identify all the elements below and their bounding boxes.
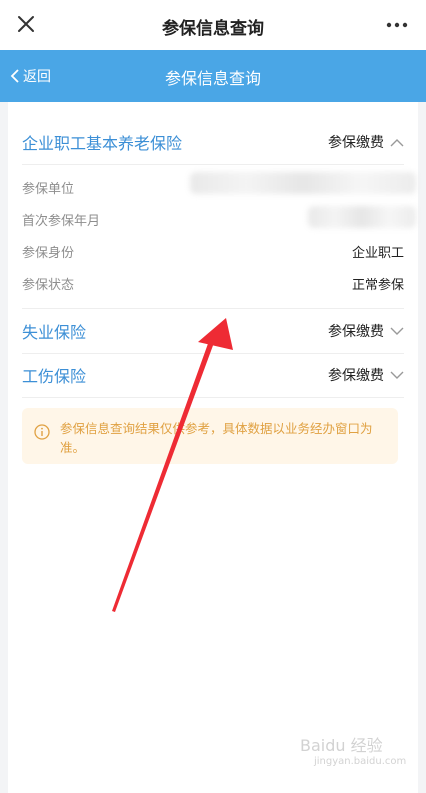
detail-row: 参保身份 企业职工 — [22, 236, 404, 266]
section-work-injury[interactable]: 工伤保险 参保缴费 — [22, 353, 404, 398]
section-title: 失业保险 — [22, 323, 87, 342]
detail-row: 参保状态 正常参保 — [22, 268, 404, 298]
section-action[interactable]: 参保缴费 — [328, 321, 404, 341]
nav-bar: 返回 参保信息查询 — [0, 50, 426, 102]
chevron-down-icon — [390, 327, 404, 335]
section-pension[interactable]: 企业职工基本养老保险 参保缴费 — [22, 120, 404, 165]
action-label: 参保缴费 — [328, 368, 384, 384]
action-label: 参保缴费 — [328, 324, 384, 340]
detail-label: 首次参保年月 — [22, 213, 101, 229]
detail-value: 正常参保 — [351, 277, 404, 293]
detail-value: 企业职工 — [351, 245, 404, 261]
notice-text: 参保信息查询结果仅供参考，具体数据以业务经办窗口为准。 — [60, 421, 373, 455]
more-icon[interactable] — [384, 12, 410, 38]
watermark-brand: Baidu 经验 — [300, 736, 383, 755]
top-bar: 参保信息查询 — [0, 0, 426, 51]
watermark-url: jingyan.baidu.com — [314, 756, 407, 767]
detail-label: 参保单位 — [22, 181, 75, 197]
detail-label: 参保状态 — [22, 277, 75, 293]
chevron-up-icon — [390, 138, 404, 146]
action-label: 参保缴费 — [328, 135, 384, 151]
section-action[interactable]: 参保缴费 — [328, 132, 404, 152]
info-icon — [34, 424, 50, 440]
chevron-down-icon — [390, 371, 404, 379]
redacted-blur — [190, 172, 416, 194]
redacted-blur — [308, 206, 416, 228]
detail-label: 参保身份 — [22, 245, 75, 261]
section-action[interactable]: 参保缴费 — [328, 365, 404, 385]
content-panel: 企业职工基本养老保险 参保缴费 参保单位 首次参保年月 参保身份 企业职工 参保… — [8, 102, 418, 793]
nav-title: 参保信息查询 — [164, 69, 261, 88]
page-title: 参保信息查询 — [162, 19, 264, 39]
watermark: Baidu 经验 jingyan.baidu.com — [300, 732, 406, 767]
section-unemployment[interactable]: 失业保险 参保缴费 — [22, 308, 404, 354]
notice-box: 参保信息查询结果仅供参考，具体数据以业务经办窗口为准。 — [22, 408, 398, 464]
section-title: 企业职工基本养老保险 — [22, 134, 183, 153]
section-title: 工伤保险 — [22, 367, 87, 386]
